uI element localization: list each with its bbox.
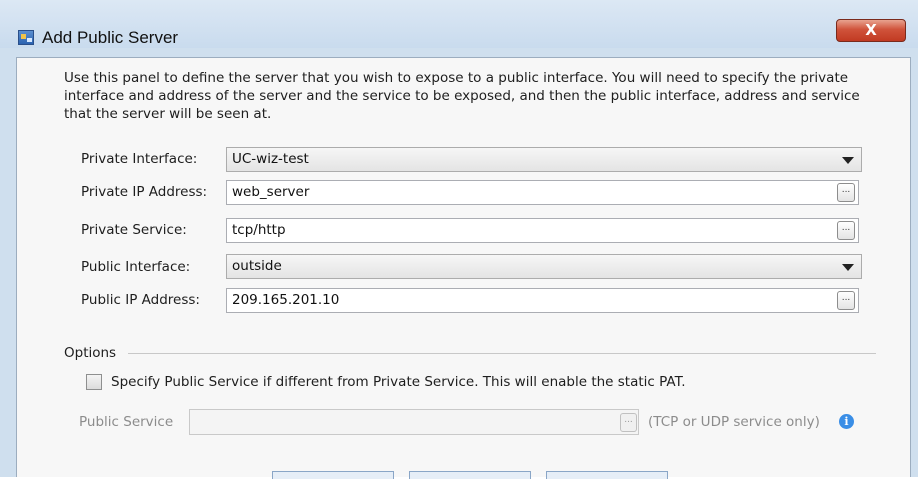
- description-text: Use this panel to define the server that…: [64, 70, 860, 122]
- public-interface-value: outside: [232, 258, 282, 274]
- private-service-label: Private Service:: [81, 222, 187, 238]
- private-interface-label: Private Interface:: [81, 151, 198, 167]
- public-ip-value: 209.165.201.10: [232, 292, 340, 308]
- private-service-input[interactable]: tcp/http: [226, 218, 859, 243]
- options-heading: Options: [64, 345, 117, 361]
- help-button[interactable]: [546, 471, 668, 479]
- cancel-button[interactable]: [409, 471, 531, 479]
- close-button[interactable]: X: [836, 19, 906, 42]
- chevron-down-icon: [842, 264, 854, 271]
- options-divider: [128, 353, 876, 354]
- private-ip-input[interactable]: web_server: [226, 180, 859, 205]
- dialog-window: Add Public Server X Use this panel to de…: [0, 0, 918, 479]
- public-interface-select[interactable]: outside: [226, 254, 862, 279]
- private-ip-browse-button[interactable]: ...: [837, 183, 855, 202]
- public-service-hint: (TCP or UDP service only): [648, 414, 820, 430]
- public-ip-browse-button[interactable]: ...: [837, 291, 855, 310]
- public-service-input[interactable]: [189, 409, 639, 435]
- public-service-checkbox-label[interactable]: Specify Public Service if different from…: [111, 374, 686, 390]
- public-service-label: Public Service: [79, 414, 174, 430]
- public-ip-label: Public IP Address:: [81, 292, 200, 308]
- public-ip-input[interactable]: 209.165.201.10: [226, 288, 859, 313]
- info-icon[interactable]: i: [839, 414, 854, 429]
- private-service-value: tcp/http: [232, 222, 286, 238]
- chevron-down-icon: [842, 157, 854, 164]
- dialog-title: Add Public Server: [42, 28, 179, 47]
- private-ip-label: Private IP Address:: [81, 184, 208, 200]
- public-service-browse-button[interactable]: ...: [620, 413, 637, 432]
- ok-button[interactable]: [272, 471, 394, 479]
- private-interface-value: UC-wiz-test: [232, 151, 309, 167]
- private-ip-value: web_server: [232, 184, 310, 200]
- private-interface-select[interactable]: UC-wiz-test: [226, 147, 862, 172]
- app-icon: [18, 30, 34, 45]
- title-bar: Add Public Server X: [0, 0, 918, 48]
- public-interface-label: Public Interface:: [81, 259, 191, 275]
- private-service-browse-button[interactable]: ...: [837, 221, 855, 240]
- public-service-checkbox[interactable]: [86, 374, 102, 390]
